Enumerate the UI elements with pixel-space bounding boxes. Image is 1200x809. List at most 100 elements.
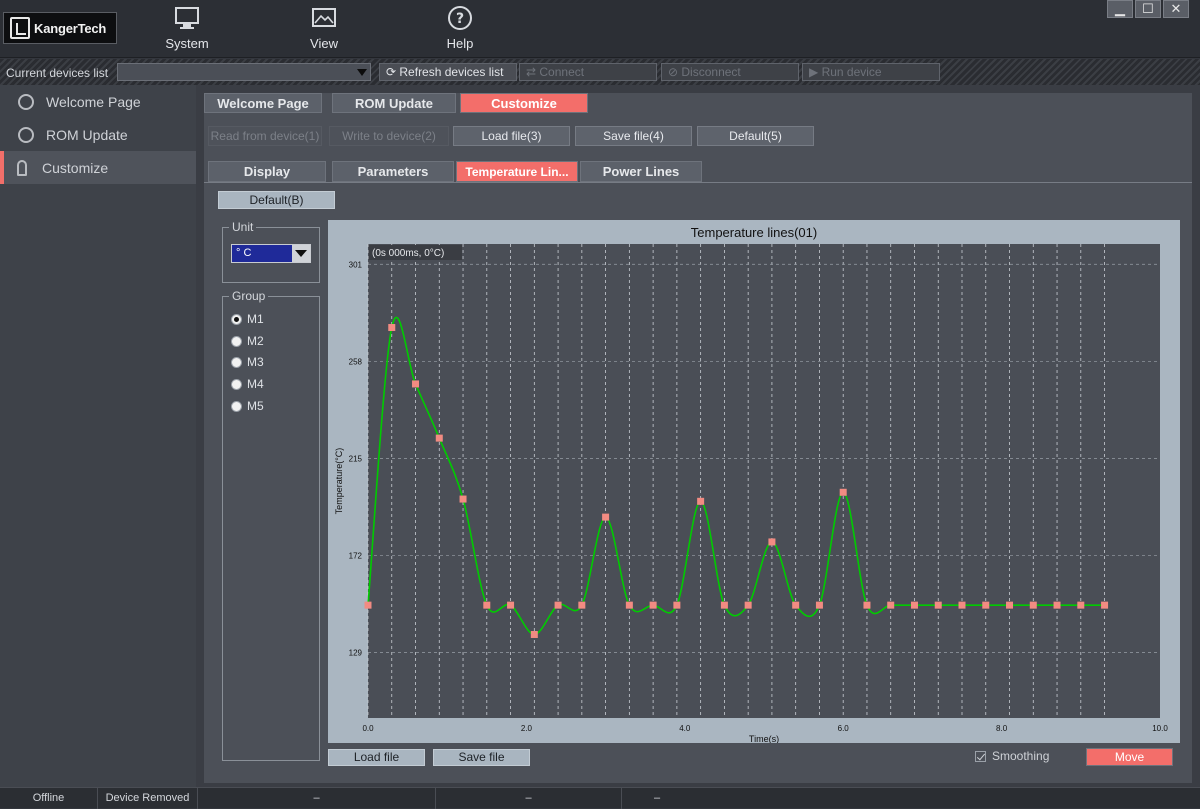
default-b-button[interactable]: Default(B) (218, 191, 335, 209)
data-point (507, 601, 515, 609)
x-tick-label: 10.0 (1152, 724, 1168, 733)
radio-m1[interactable]: M1 (231, 311, 264, 327)
tab-display[interactable]: Display (208, 161, 326, 182)
x-axis-label: Time(s) (749, 734, 779, 743)
device-toolbar: Current devices list ⟳ Refresh devices l… (0, 59, 1200, 85)
radio-m3[interactable]: M3 (231, 354, 264, 370)
cursor-readout: (0s 000ms, 0°C) (372, 248, 444, 259)
sidebar-item-rom-update[interactable]: ROM Update (0, 118, 196, 151)
tab-power-lines[interactable]: Power Lines (580, 161, 702, 182)
devices-list-label: Current devices list (6, 66, 109, 80)
data-point (887, 601, 895, 609)
radio-m5[interactable]: M5 (231, 398, 264, 414)
connect-button[interactable]: ⇄ Connect (519, 63, 657, 81)
radio-label: M5 (247, 399, 264, 413)
devices-dropdown[interactable] (117, 63, 371, 81)
sidebar-item-label: Customize (42, 159, 109, 176)
data-point (1053, 601, 1061, 609)
data-point (815, 601, 823, 609)
data-point (530, 630, 538, 638)
chart-load-file-button[interactable]: Load file (328, 749, 425, 766)
radio-dot (231, 356, 242, 368)
smoothing-checkbox[interactable]: Smoothing (975, 749, 1049, 763)
menu-system-label: System (165, 36, 209, 51)
tab-rom-update[interactable]: ROM Update (332, 93, 456, 113)
radio-dot (231, 335, 242, 347)
smiley-icon (18, 93, 34, 110)
radio-m2[interactable]: M2 (231, 333, 264, 349)
help-icon: ? (448, 6, 472, 30)
menu-view-label: View (310, 36, 338, 51)
sidebar-item-customize[interactable]: Customize (0, 151, 196, 184)
unit-group: Unit ° C (222, 220, 320, 283)
read-from-device-button[interactable]: Read from device(1) (208, 126, 322, 146)
data-point (792, 601, 800, 609)
kangertech-logo: KangerTech (3, 12, 117, 44)
move-button[interactable]: Move (1086, 748, 1173, 766)
status-field-1: – (198, 788, 436, 809)
sidebar-item-label: Welcome Page (46, 93, 141, 110)
x-tick-label: 2.0 (521, 724, 533, 733)
tab-parameters[interactable]: Parameters (332, 161, 454, 182)
data-point (1101, 601, 1109, 609)
chart-svg[interactable]: 129 172 215 258 301 0.0 2.0 4.0 6.0 8.0 10.0 Time(s… (328, 220, 1180, 743)
default-button[interactable]: Default(5) (697, 126, 814, 146)
data-point (364, 601, 372, 609)
sidebar-item-welcome[interactable]: Welcome Page (0, 85, 196, 118)
tab-customize[interactable]: Customize (460, 93, 588, 113)
data-point (839, 488, 847, 496)
image-icon (312, 8, 336, 27)
data-point (388, 324, 396, 332)
run-device-button[interactable]: ▶ Run device (802, 63, 940, 81)
data-point (673, 601, 681, 609)
load-file-button[interactable]: Load file(3) (453, 126, 570, 146)
disconnect-label: Disconnect (681, 65, 741, 79)
chevron-down-icon (292, 245, 310, 262)
status-field-2: – (436, 788, 622, 809)
refresh-devices-button[interactable]: ⟳ Refresh devices list (379, 63, 517, 81)
unit-select[interactable]: ° C (231, 244, 311, 263)
data-point (958, 601, 966, 609)
status-device: Device Removed (98, 788, 198, 809)
data-point (412, 380, 420, 388)
tool-icon (17, 159, 27, 176)
minimize-button[interactable]: ▁ (1107, 0, 1133, 18)
radio-dot (231, 313, 242, 325)
radio-m4[interactable]: M4 (231, 376, 264, 392)
data-point (720, 601, 728, 609)
logo-text: KangerTech (34, 20, 107, 36)
data-point (1029, 601, 1037, 609)
disconnect-button[interactable]: ⊘ Disconnect (661, 63, 799, 81)
status-field-3: – (653, 792, 661, 804)
radio-dot (231, 400, 242, 412)
svg-text:?: ? (456, 11, 464, 27)
run-icon: ▶ (809, 65, 822, 79)
x-tick-label: 6.0 (838, 724, 850, 733)
menu-help[interactable]: ? Help (420, 4, 500, 51)
unit-select-value: ° C (236, 247, 252, 259)
tab-temperature-lines[interactable]: Temperature Lin... (456, 161, 578, 182)
data-point (744, 601, 752, 609)
menu-view[interactable]: View (284, 4, 364, 51)
x-tick-label: 8.0 (996, 724, 1008, 733)
write-to-device-button[interactable]: Write to device(2) (329, 126, 449, 146)
data-point (910, 601, 918, 609)
y-tick-label: 258 (349, 357, 363, 366)
menu-help-label: Help (446, 36, 474, 51)
tab-welcome-page[interactable]: Welcome Page (204, 93, 322, 113)
upload-icon (18, 126, 34, 143)
data-point (768, 538, 776, 546)
y-tick-label: 215 (349, 454, 363, 463)
content-area: Welcome Page ROM Update Customize Read f… (204, 93, 1192, 783)
menu-system[interactable]: System (147, 4, 227, 51)
maximize-button[interactable]: ☐ (1135, 0, 1161, 18)
refresh-devices-label: Refresh devices list (399, 65, 504, 79)
group-box: Group M1 M2 M3 M4 M5 (222, 289, 320, 761)
close-button[interactable]: ✕ (1163, 0, 1189, 18)
chevron-down-icon (357, 69, 367, 76)
chart-save-file-button[interactable]: Save file (433, 749, 530, 766)
save-file-button[interactable]: Save file(4) (575, 126, 692, 146)
temperature-chart[interactable]: Temperature lines(01) 129 172 215 258 301 0.0… (328, 220, 1180, 743)
data-point (1077, 601, 1085, 609)
menu-bar: KangerTech System View ? Help ▁ ☐ ✕ (0, 0, 1200, 58)
